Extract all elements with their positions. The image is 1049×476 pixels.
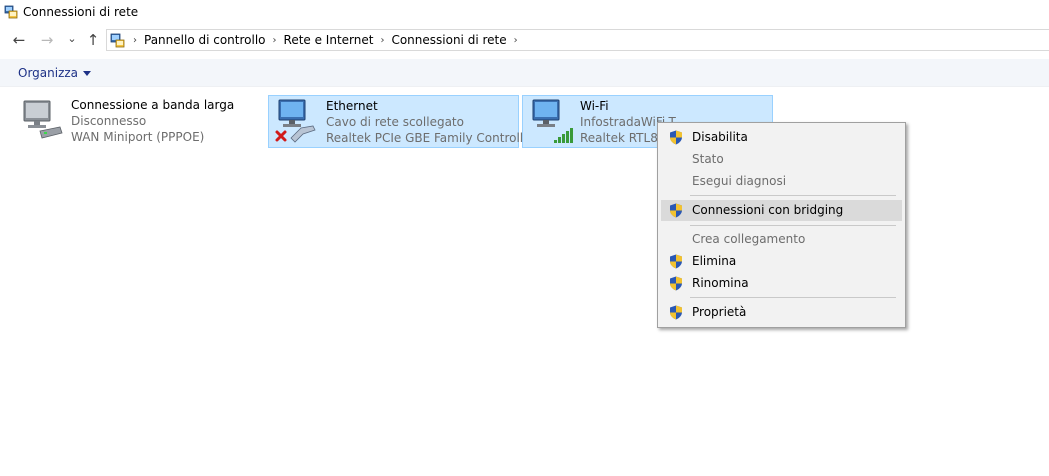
caret-down-icon (83, 70, 92, 76)
uac-shield-icon (670, 130, 682, 145)
window-title: Connessioni di rete (23, 5, 139, 19)
menu-item-rinomina[interactable]: Rinomina (661, 273, 902, 294)
recent-locations-chevron-icon[interactable]: ⌄ (62, 28, 82, 48)
connection-device: Realtek PCIe GBE Family Controller (326, 131, 536, 145)
connection-name: Ethernet (326, 99, 378, 113)
connection-status: Cavo di rete scollegato (326, 115, 464, 129)
menu-item-crea-collegamento[interactable]: Crea collegamento (661, 229, 902, 250)
menu-item-elimina[interactable]: Elimina (661, 251, 902, 272)
breadcrumb-pannello-di-controllo[interactable]: Pannello di controllo (144, 33, 266, 47)
menu-item-label: Rinomina (692, 276, 749, 290)
wifi-signal-icon (532, 99, 573, 143)
breadcrumb-separator-icon[interactable]: › (514, 35, 518, 46)
breadcrumb-connessioni-di-rete[interactable]: Connessioni di rete (391, 33, 506, 47)
command-bar: Organizza (0, 59, 1049, 87)
broadband-modem-icon (23, 100, 63, 139)
menu-item-label: Disabilita (692, 130, 748, 144)
breadcrumb-separator-icon[interactable]: › (380, 35, 384, 46)
up-arrow-icon[interactable]: ↑ (83, 30, 103, 50)
menu-item-label: Stato (692, 152, 724, 166)
breadcrumb-rete-e-internet[interactable]: Rete e Internet (284, 33, 374, 47)
menu-item-label: Crea collegamento (692, 232, 806, 246)
menu-separator (690, 297, 896, 298)
menu-item-label: Connessioni con bridging (692, 203, 844, 217)
breadcrumb: › Pannello di controllo › Rete e Interne… (133, 33, 525, 47)
menu-item-connessioni-con-bridging[interactable]: Connessioni con bridging (661, 200, 902, 221)
context-menu: Disabilita Stato Esegui diagnosi Conness… (657, 122, 906, 328)
connection-text: Ethernet Cavo di rete scollegato Realtek… (326, 98, 535, 146)
title-bar: Connessioni di rete (0, 0, 1049, 26)
breadcrumb-separator-icon[interactable]: › (273, 35, 277, 46)
menu-separator (690, 195, 896, 196)
connection-text: Connessione a banda larga Disconnesso WA… (71, 97, 234, 145)
uac-shield-icon (670, 203, 682, 218)
forward-arrow-icon[interactable]: → (37, 30, 57, 50)
connection-status: Disconnesso (71, 114, 147, 128)
menu-item-label: Proprietà (692, 305, 747, 319)
ethernet-disconnected-icon (275, 99, 316, 143)
uac-shield-icon (670, 305, 682, 320)
connection-item-ethernet[interactable]: Ethernet Cavo di rete scollegato Realtek… (268, 95, 535, 148)
menu-item-label: Esegui diagnosi (692, 174, 787, 188)
menu-item-label: Elimina (692, 254, 737, 268)
connection-name: Connessione a banda larga (71, 98, 235, 112)
connection-item-broadband[interactable]: Connessione a banda larga Disconnesso WA… (14, 95, 254, 148)
breadcrumb-separator-icon: › (133, 34, 137, 46)
uac-shield-icon (670, 254, 682, 269)
menu-item-esegui-diagnosi[interactable]: Esegui diagnosi (661, 171, 902, 192)
menu-item-disabilita[interactable]: Disabilita (661, 127, 902, 148)
menu-item-stato[interactable]: Stato (661, 149, 902, 170)
navigation-bar: ← → ⌄ ↑ › Pannello di controllo › Rete e… (0, 26, 1049, 54)
menu-separator (690, 225, 896, 226)
address-bar[interactable]: › Pannello di controllo › Rete e Interne… (106, 29, 1049, 51)
back-arrow-icon[interactable]: ← (9, 30, 29, 50)
connection-device: WAN Miniport (PPPOE) (71, 130, 205, 144)
organize-label: Organizza (18, 66, 79, 80)
network-connections-icon (4, 5, 18, 19)
menu-item-proprieta[interactable]: Proprietà (661, 302, 902, 323)
control-panel-icon (110, 33, 125, 48)
connection-name: Wi-Fi (580, 99, 609, 113)
uac-shield-icon (670, 276, 682, 291)
organize-button[interactable]: Organizza (18, 66, 92, 80)
